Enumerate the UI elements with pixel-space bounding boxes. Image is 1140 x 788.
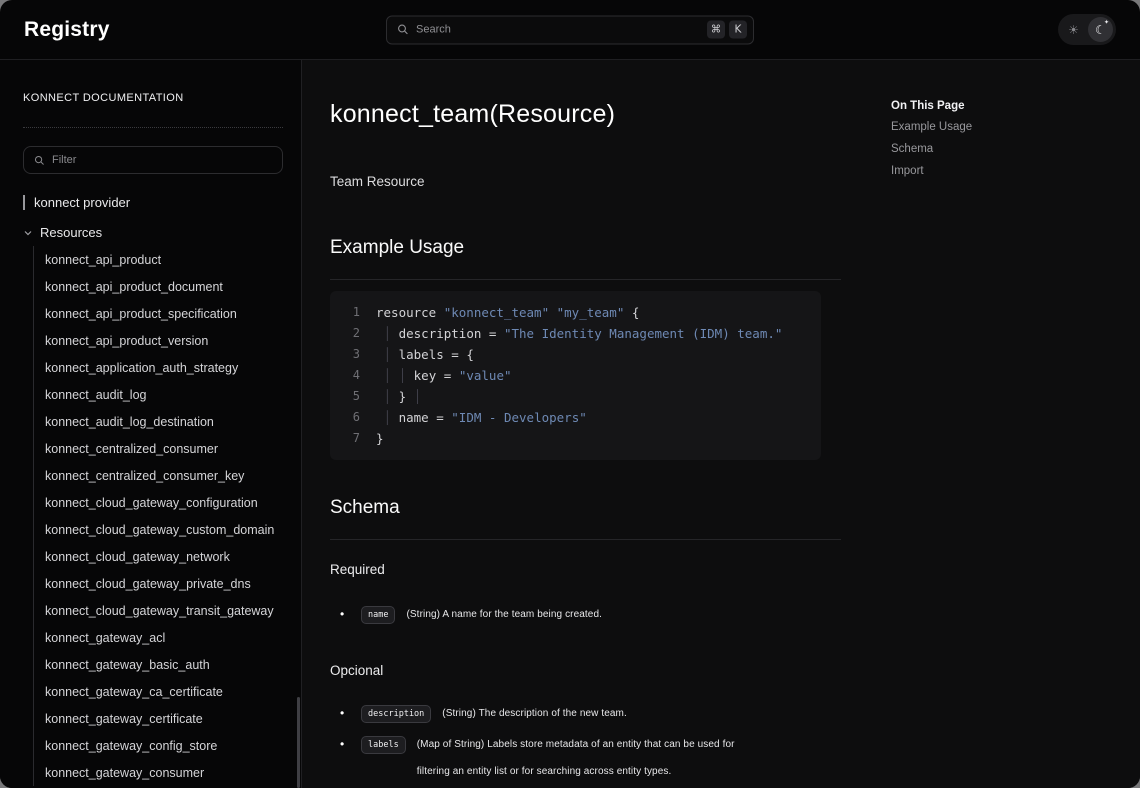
k-key: K [729, 21, 747, 39]
sidebar: KONNECT DOCUMENTATION Filter konnect pro… [0, 60, 302, 788]
optional-heading: Opcional [330, 663, 841, 678]
optional-list: •description (String) The description of … [330, 700, 841, 785]
light-theme-button[interactable]: ☀ [1061, 17, 1086, 42]
toc-title: On This Page [891, 100, 972, 112]
code-text: │ } │ [376, 386, 421, 407]
sidebar-item-konnect_api_product[interactable]: konnect_api_product [45, 246, 283, 273]
bullet-icon: • [340, 731, 361, 758]
bullet-icon: • [340, 601, 361, 628]
attribute-chip: labels [361, 736, 406, 754]
sidebar-divider [23, 127, 283, 128]
sidebar-item-konnect_api_product_specification[interactable]: konnect_api_product_specification [45, 300, 283, 327]
sidebar-item-konnect_cloud_gateway_private_dns[interactable]: konnect_cloud_gateway_private_dns [45, 570, 283, 597]
toc-link-schema[interactable]: Schema [891, 143, 972, 156]
sidebar-group-resources[interactable]: Resources [23, 225, 283, 240]
attribute-description: (String) The description of the new team… [442, 700, 787, 727]
chevron-down-icon [23, 228, 33, 238]
filter-input[interactable]: Filter [23, 146, 283, 174]
line-number: 5 [346, 386, 360, 407]
code-line: 1 resource "konnect_team" "my_team" { [346, 302, 805, 323]
sun-icon: ☀ [1068, 23, 1079, 37]
attribute-description: (String) A name for the team being creat… [406, 601, 751, 628]
code-text: } [376, 428, 384, 449]
schema-item: •labels (Map of String) Labels store meta… [330, 731, 841, 785]
line-number: 1 [346, 302, 360, 323]
line-number: 6 [346, 407, 360, 428]
sidebar-item-konnect-provider[interactable]: konnect provider [23, 195, 283, 210]
code-line: 7} [346, 428, 805, 449]
main-content: konnect_team(Resource) Team Resource Exa… [302, 60, 1140, 788]
code-line: 4 │ │ key = "value" [346, 365, 805, 386]
sidebar-scrollbar-thumb[interactable] [297, 697, 300, 788]
search-placeholder: Search [416, 24, 700, 36]
toc-link-example-usage[interactable]: Example Usage [891, 121, 972, 134]
page-title: konnect_team(Resource) [330, 100, 841, 129]
sidebar-item-konnect_gateway_config_store[interactable]: konnect_gateway_config_store [45, 732, 283, 759]
sidebar-item-konnect_gateway_certificate[interactable]: konnect_gateway_certificate [45, 705, 283, 732]
code-text: resource "konnect_team" "my_team" { [376, 302, 639, 323]
sidebar-item-konnect_cloud_gateway_network[interactable]: konnect_cloud_gateway_network [45, 543, 283, 570]
line-number: 4 [346, 365, 360, 386]
line-number: 7 [346, 428, 360, 449]
toc-link-import[interactable]: Import [891, 165, 972, 178]
bullet-icon: • [340, 700, 361, 727]
sidebar-item-konnect_centralized_consumer_key[interactable]: konnect_centralized_consumer_key [45, 462, 283, 489]
resources-label: Resources [40, 225, 102, 240]
required-heading: Required [330, 562, 841, 577]
sidebar-item-konnect_audit_log[interactable]: konnect_audit_log [45, 381, 283, 408]
sidebar-title: KONNECT DOCUMENTATION [23, 92, 283, 104]
code-line: 2 │ description = "The Identity Manageme… [346, 323, 805, 344]
example-usage-heading: Example Usage [330, 237, 841, 280]
sidebar-item-konnect_gateway_basic_auth[interactable]: konnect_gateway_basic_auth [45, 651, 283, 678]
code-block: 1resource "konnect_team" "my_team" {2 │ … [330, 291, 821, 460]
schema-heading: Schema [330, 497, 841, 540]
line-number: 3 [346, 344, 360, 365]
toc-links: Example Usage Schema Import [891, 121, 972, 178]
theme-toggle: ☀ ☾ ✦ [1058, 14, 1116, 45]
code-text: │ name = "IDM - Developers" [376, 407, 587, 428]
filter-placeholder: Filter [52, 154, 76, 166]
attribute-chip: description [361, 705, 431, 723]
app-window: Registry Search ⌘ K ☀ ☾ ✦ KONNECT DOCUME… [0, 0, 1140, 788]
command-key-icon: ⌘ [707, 21, 725, 39]
brand-logo[interactable]: Registry [24, 18, 110, 42]
schema-item: •description (String) The description of … [330, 700, 841, 727]
sidebar-item-konnect_gateway_ca_certificate[interactable]: konnect_gateway_ca_certificate [45, 678, 283, 705]
code-line: 6 │ name = "IDM - Developers" [346, 407, 805, 428]
search-icon [397, 24, 409, 36]
attribute-chip: name [361, 606, 395, 624]
on-this-page-nav: On This Page Example Usage Schema Import [891, 100, 972, 788]
code-text: │ labels = { [376, 344, 474, 365]
sidebar-item-konnect_cloud_gateway_configuration[interactable]: konnect_cloud_gateway_configuration [45, 489, 283, 516]
schema-item: •name (String) A name for the team being … [330, 601, 841, 628]
sidebar-item-konnect_gateway_consumer[interactable]: konnect_gateway_consumer [45, 759, 283, 786]
code-text: │ │ key = "value" [376, 365, 512, 386]
sidebar-item-konnect_cloud_gateway_custom_domain[interactable]: konnect_cloud_gateway_custom_domain [45, 516, 283, 543]
sidebar-item-konnect_api_product_document[interactable]: konnect_api_product_document [45, 273, 283, 300]
sparkle-icon: ✦ [1104, 20, 1109, 26]
code-lines: 1resource "konnect_team" "my_team" {2 │ … [346, 302, 805, 449]
sidebar-item-konnect_audit_log_destination[interactable]: konnect_audit_log_destination [45, 408, 283, 435]
code-text: │ description = "The Identity Management… [376, 323, 782, 344]
sidebar-item-konnect_cloud_gateway_transit_gateway[interactable]: konnect_cloud_gateway_transit_gateway [45, 597, 283, 624]
sidebar-item-konnect_centralized_consumer[interactable]: konnect_centralized_consumer [45, 435, 283, 462]
search-shortcut: ⌘ K [707, 21, 747, 39]
required-list: •name (String) A name for the team being … [330, 601, 841, 628]
code-line: 3 │ labels = { [346, 344, 805, 365]
code-line: 5 │ } │ [346, 386, 805, 407]
attribute-description: (Map of String) Labels store metadata of… [417, 731, 762, 785]
dark-theme-button[interactable]: ☾ ✦ [1088, 17, 1113, 42]
sidebar-item-konnect_application_auth_strategy[interactable]: konnect_application_auth_strategy [45, 354, 283, 381]
resource-list: konnect_api_productkonnect_api_product_d… [33, 246, 283, 786]
top-bar: Registry Search ⌘ K ☀ ☾ ✦ [0, 0, 1140, 60]
sidebar-item-konnect_api_product_version[interactable]: konnect_api_product_version [45, 327, 283, 354]
filter-search-icon [34, 155, 45, 166]
search-input[interactable]: Search ⌘ K [386, 15, 754, 44]
sidebar-item-konnect_gateway_acl[interactable]: konnect_gateway_acl [45, 624, 283, 651]
page-subtitle: Team Resource [330, 174, 841, 189]
line-number: 2 [346, 323, 360, 344]
